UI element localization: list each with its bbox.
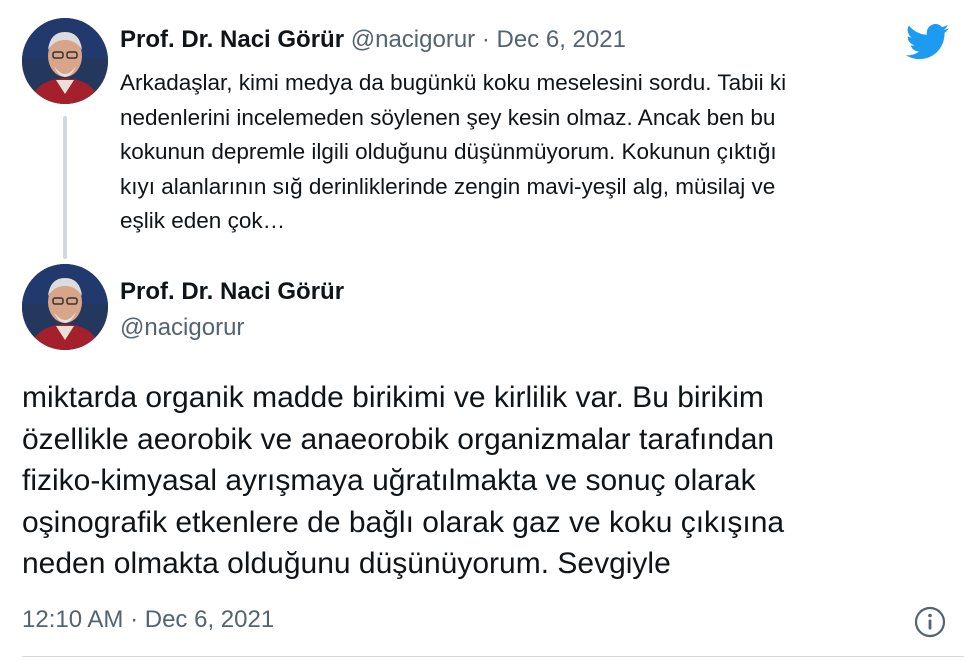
tweet-text-line: eşlik eden çok… — [120, 208, 286, 233]
avatar[interactable] — [22, 18, 108, 104]
separator: · — [130, 606, 139, 633]
parent-tweet-text: Arkadaşlar, kimi medya da bugünkü koku m… — [120, 66, 940, 239]
tweet-date[interactable]: Dec 6, 2021 — [497, 26, 626, 53]
tweet-text-line: miktarda organik madde birikimi ve kirli… — [22, 381, 764, 414]
separator: · — [481, 26, 490, 53]
tweet-text-line: nedenlerini incelemeden söylenen şey kes… — [120, 104, 776, 130]
parent-tweet-header: Prof. Dr. Naci Görür @nacigorur · Dec 6,… — [120, 26, 626, 54]
twitter-bird-icon[interactable] — [905, 24, 950, 65]
main-tweet-text: miktarda organik madde birikimi ve kirli… — [22, 377, 962, 585]
tweet-timestamp[interactable]: 12:10 AM · Dec 6, 2021 — [22, 606, 274, 634]
author-handle[interactable]: @nacigorur — [120, 314, 244, 342]
thread-connector-line — [63, 116, 67, 259]
tweet-text-line: kokunun depremle ilgili olduğunu düşünmü… — [120, 139, 777, 164]
tweet-date: Dec 6, 2021 — [144, 606, 275, 633]
author-name[interactable]: Prof. Dr. Naci Görür — [120, 26, 344, 53]
info-icon[interactable] — [914, 606, 946, 643]
tweet-text-line: fiziko-kimyasal ayrışmaya uğratılmakta v… — [22, 464, 756, 497]
author-name[interactable]: Prof. Dr. Naci Görür — [120, 278, 344, 306]
tweet-time: 12:10 AM — [22, 606, 124, 633]
tweet-text-line: Arkadaşlar, kimi medya da bugünkü koku m… — [120, 70, 787, 95]
tweet-text-line: özellikle aeorobik ve anaeorobik organiz… — [22, 422, 775, 456]
tweet-text-line: kıyı alanlarının sığ derinliklerinde zen… — [120, 173, 776, 199]
tweet-text-line: neden olmakta olduğunu düşünüyorum. Sevg… — [22, 547, 671, 580]
author-handle[interactable]: @nacigorur — [351, 26, 475, 53]
avatar-image — [22, 18, 108, 104]
tweet-text-line: oşinografik etkenlere de bağlı olarak ga… — [22, 505, 785, 539]
avatar[interactable] — [22, 264, 108, 350]
avatar-image — [22, 264, 108, 350]
bottom-divider — [22, 656, 964, 657]
